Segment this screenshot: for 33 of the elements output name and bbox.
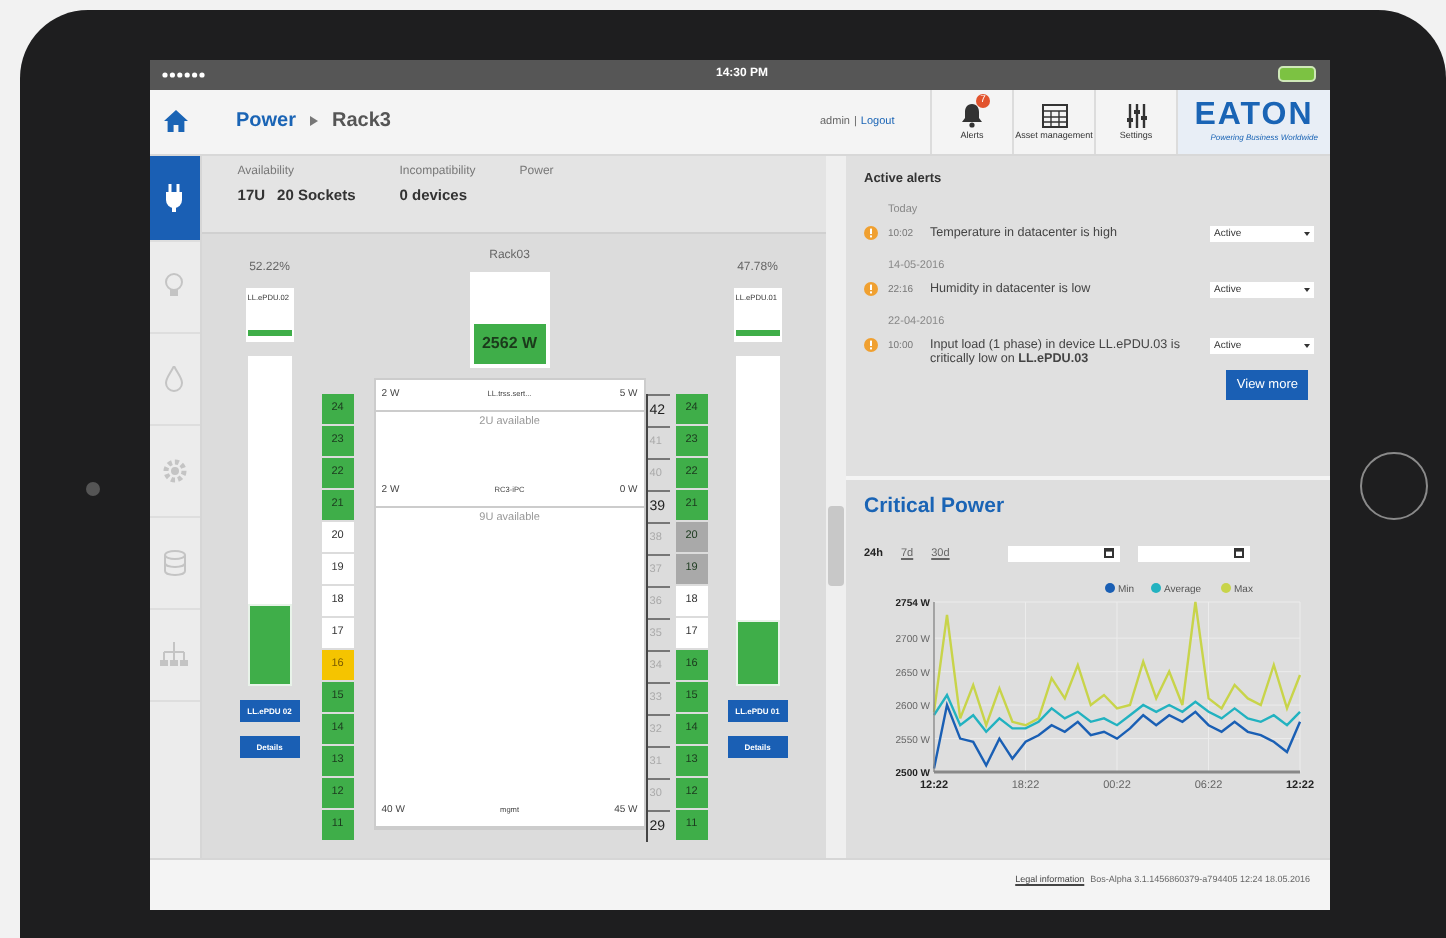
- chevron-icon: [310, 116, 319, 127]
- dropdown-arrow-icon: [1304, 231, 1310, 236]
- dropdown-arrow-icon: [1304, 287, 1310, 292]
- calendar-icon: [1233, 548, 1244, 559]
- warning-icon: [864, 281, 878, 296]
- breadcrumb-link[interactable]: Power: [236, 110, 297, 133]
- warning-icon: [864, 337, 878, 352]
- bell-icon: [960, 102, 984, 129]
- table-icon: [1041, 103, 1067, 128]
- pdu-status-bar: [735, 329, 780, 336]
- nav-tab[interactable]: [150, 155, 200, 242]
- signal-icon: [162, 71, 206, 78]
- network-icon: [160, 642, 189, 667]
- plug-icon: [164, 183, 185, 212]
- calendar-icon: [1103, 548, 1114, 559]
- gear-icon: [161, 457, 188, 484]
- home-icon: [163, 110, 187, 133]
- battery-icon: [1277, 66, 1318, 83]
- tablet-home-button[interactable]: [1360, 452, 1428, 520]
- warning-icon: [864, 225, 878, 240]
- sliders-icon: [1125, 103, 1147, 128]
- breadcrumb-current: Rack3: [332, 110, 391, 133]
- power-reading: 2562 W: [473, 323, 546, 364]
- date-field[interactable]: [1137, 545, 1250, 562]
- lightbulb-icon: [164, 272, 185, 301]
- database-icon: [163, 549, 186, 576]
- dropdown-arrow-icon: [1304, 343, 1310, 348]
- date-field[interactable]: [1007, 545, 1120, 562]
- scrollbar-thumb[interactable]: [828, 505, 844, 586]
- brand-logo: EATON: [1194, 100, 1314, 133]
- section-title: Critical Power: [864, 493, 1007, 518]
- pdu-status-bar: [247, 329, 292, 336]
- drop-icon: [164, 365, 185, 392]
